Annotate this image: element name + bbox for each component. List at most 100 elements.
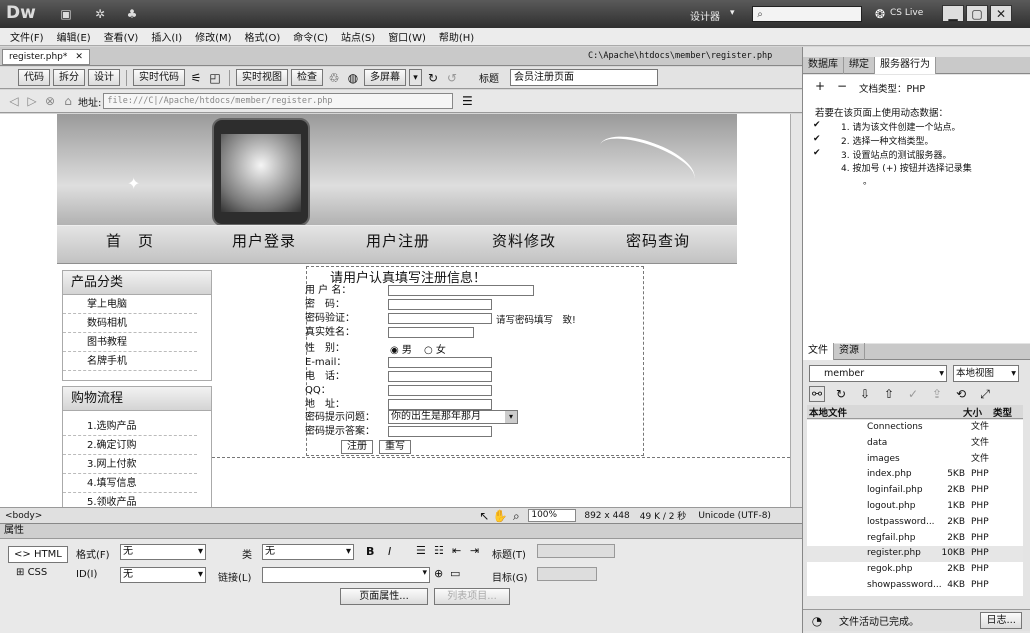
menu-commands[interactable]: 命令(C) [293, 29, 328, 44]
col-type[interactable]: 类型 [993, 405, 1021, 419]
list-item[interactable]: images 文件 [807, 452, 1023, 468]
page-properties-button[interactable]: 页面属性... [340, 588, 428, 605]
reset-button[interactable]: 重写 [379, 440, 411, 454]
password-input[interactable] [388, 299, 492, 310]
design-view-button[interactable]: 设计 [88, 69, 120, 86]
nav-login[interactable]: 用户登录 [232, 230, 296, 251]
split-view-button[interactable]: 拆分 [53, 69, 85, 86]
menu-help[interactable]: 帮助(H) [439, 29, 474, 44]
list-item-button[interactable]: 列表项目... [434, 588, 510, 605]
list-item[interactable]: lostpassword... 2KB PHP [807, 515, 1023, 531]
qq-input[interactable] [388, 385, 492, 396]
process-item[interactable]: 2.确定订购 [63, 436, 197, 455]
site-icon[interactable]: ♣ [124, 6, 140, 22]
chevron-down-icon[interactable]: ▾ [730, 8, 735, 18]
bold-icon[interactable]: B [366, 545, 374, 558]
question-select[interactable]: 你的出生是那年那月 ▾ [388, 410, 518, 424]
menu-edit[interactable]: 编辑(E) [57, 29, 91, 44]
point-to-file-icon[interactable]: ⊕ [434, 567, 443, 580]
folder-icon[interactable]: ▭ [450, 567, 460, 580]
category-item[interactable]: 数码相机 [63, 314, 197, 333]
document-tab[interactable]: register.php* ✕ [2, 49, 90, 65]
canvas-scrollbar[interactable] [790, 114, 802, 507]
list-item-selected[interactable]: register.php 10KB PHP [807, 546, 1023, 563]
indent-icon[interactable]: ⇥ [470, 544, 479, 557]
list-item[interactable]: regok.php 2KB PHP [807, 562, 1023, 578]
gear-icon[interactable]: ✲ [92, 6, 108, 22]
category-item[interactable]: 图书教程 [63, 333, 197, 352]
category-item[interactable]: 名牌手机 [63, 352, 197, 371]
list-item[interactable]: loginfail.php 2KB PHP [807, 483, 1023, 499]
step-2[interactable]: 2. 选择一种文档类型。 [841, 134, 933, 147]
menu-insert[interactable]: 插入(I) [151, 29, 182, 44]
multiscreen-button[interactable]: 多屏幕 [364, 69, 406, 86]
back-icon[interactable]: ◁ [6, 93, 22, 109]
nav-home[interactable]: 首 页 [106, 230, 154, 251]
checkout-icon[interactable]: ✓ [905, 386, 921, 402]
ordered-list-icon[interactable]: ☷ [434, 544, 444, 557]
inspect-button[interactable]: 检查 [291, 69, 323, 86]
sync-icon[interactable]: ⟲ [953, 386, 969, 402]
view-select[interactable]: 本地视图 ▾ [953, 365, 1019, 382]
phone-input[interactable] [388, 371, 492, 382]
expand-icon[interactable]: ⤢ [977, 386, 993, 402]
process-item[interactable]: 1.选购产品 [63, 417, 197, 436]
col-size[interactable]: 大小 [963, 405, 993, 419]
menu-view[interactable]: 查看(V) [104, 29, 139, 44]
password-confirm-input[interactable] [388, 313, 492, 324]
email-input[interactable] [388, 357, 492, 368]
tab-bindings[interactable]: 绑定 [844, 56, 875, 74]
browser-preview-icon[interactable]: ◍ [345, 70, 361, 86]
list-item[interactable]: showpassword... 4KB PHP [807, 578, 1023, 594]
cslive-label[interactable]: CS Live [890, 8, 923, 18]
col-local-files[interactable]: 本地文件 [807, 405, 963, 419]
window-size[interactable]: 892 x 448 [584, 511, 629, 521]
layout-icon[interactable]: ▣ [58, 6, 74, 22]
pointer-icon[interactable]: ↖ [476, 508, 492, 524]
tab-files[interactable]: 文件 [803, 343, 834, 360]
menu-file[interactable]: 文件(F) [10, 29, 44, 44]
list-item[interactable]: logout.php 1KB PHP [807, 499, 1023, 515]
validate-icon[interactable]: ♲ [326, 70, 342, 86]
class-select[interactable]: 无 ▾ [262, 544, 354, 560]
code-view-button[interactable]: 代码 [18, 69, 50, 86]
username-input[interactable] [388, 285, 534, 296]
live-view-button[interactable]: 实时视图 [236, 69, 288, 86]
zoom-icon[interactable]: ⌕ [508, 508, 524, 524]
close-tab-icon[interactable]: ✕ [75, 52, 83, 62]
list-item[interactable]: regfail.php 2KB PHP [807, 531, 1023, 547]
zoom-select[interactable]: 100% [528, 509, 577, 522]
list-item[interactable]: index.php 5KB PHP [807, 467, 1023, 483]
html-mode-button[interactable]: <> HTML [8, 546, 68, 563]
tab-server-behaviors[interactable]: 服务器行为 [875, 56, 936, 74]
outdent-icon[interactable]: ⇤ [452, 544, 461, 557]
list-item[interactable]: data 文件 [807, 436, 1023, 452]
stop-icon[interactable]: ⊗ [42, 93, 58, 109]
gender-male-radio[interactable]: ◉ 男 [390, 341, 412, 356]
process-item[interactable]: 5.领收产品 [63, 493, 197, 507]
js-icon[interactable]: ⚟ [188, 70, 204, 86]
id-select[interactable]: 无 ▾ [120, 567, 206, 583]
page-title-input[interactable]: 会员注册页面 [510, 69, 658, 86]
tab-database[interactable]: 数据库 [803, 56, 844, 74]
italic-icon[interactable]: I [388, 545, 391, 558]
category-item[interactable]: 掌上电脑 [63, 295, 197, 314]
heading-input[interactable] [537, 544, 615, 558]
checkin-icon[interactable]: ⇪ [929, 386, 945, 402]
forward-icon[interactable]: ▷ [24, 93, 40, 109]
menu-site[interactable]: 站点(S) [341, 29, 375, 44]
refresh-design-icon[interactable]: ↻ [425, 70, 441, 86]
log-button[interactable]: 日志... [980, 612, 1022, 629]
submit-button[interactable]: 注册 [341, 440, 373, 454]
design-canvas[interactable]: ✦ 首 页 用户登录 用户注册 资料修改 密码查询 产品分类 掌上电脑 数码相机… [0, 114, 790, 507]
process-item[interactable]: 4.填写信息 [63, 474, 197, 493]
answer-input[interactable] [388, 426, 492, 437]
check-page-icon[interactable]: ◰ [207, 70, 223, 86]
list-item[interactable]: Connections 文件 [807, 420, 1023, 436]
gender-female-radio[interactable]: ○ 女 [424, 341, 446, 356]
menu-format[interactable]: 格式(O) [245, 29, 281, 44]
nav-register[interactable]: 用户注册 [366, 230, 430, 251]
chevron-down-icon[interactable]: ▾ [409, 69, 422, 86]
maximize-icon[interactable]: ▢ [966, 5, 988, 22]
process-item[interactable]: 3.网上付款 [63, 455, 197, 474]
